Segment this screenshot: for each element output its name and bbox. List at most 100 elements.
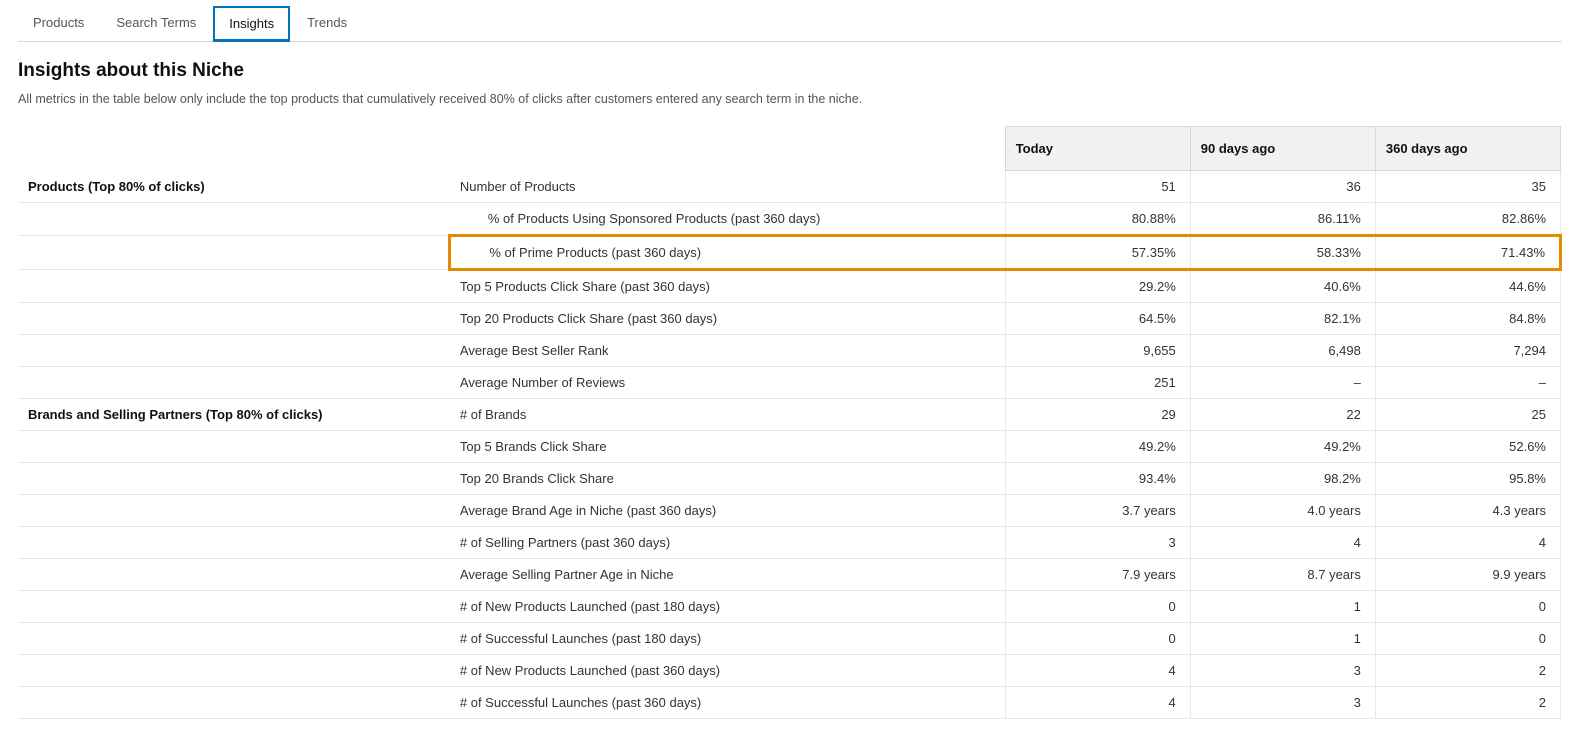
- metric-value: 57.35%: [1005, 236, 1190, 270]
- header-today: Today: [1005, 127, 1190, 171]
- metric-value: 58.33%: [1190, 236, 1375, 270]
- table-row: Average Number of Reviews251––: [18, 367, 1561, 399]
- group-cell: [18, 655, 450, 687]
- metric-value: 80.88%: [1005, 203, 1190, 236]
- tab-trends[interactable]: Trends: [292, 6, 362, 41]
- table-row: Top 5 Products Click Share (past 360 day…: [18, 270, 1561, 303]
- table-row: # of New Products Launched (past 180 day…: [18, 591, 1561, 623]
- metric-value: 3: [1190, 687, 1375, 719]
- page-description: All metrics in the table below only incl…: [18, 92, 1562, 106]
- metric-value: 22: [1190, 399, 1375, 431]
- metric-label: # of Selling Partners (past 360 days): [450, 527, 1005, 559]
- metric-label: Average Brand Age in Niche (past 360 day…: [450, 495, 1005, 527]
- group-cell: [18, 431, 450, 463]
- metric-value: 0: [1375, 623, 1560, 655]
- metric-value: 9.9 years: [1375, 559, 1560, 591]
- table-row: # of New Products Launched (past 360 day…: [18, 655, 1561, 687]
- metric-value: 3: [1005, 527, 1190, 559]
- metric-value: 0: [1005, 591, 1190, 623]
- group-cell: [18, 203, 450, 236]
- group-cell: [18, 559, 450, 591]
- metric-value: 44.6%: [1375, 270, 1560, 303]
- table-row: # of Successful Launches (past 180 days)…: [18, 623, 1561, 655]
- group-cell: Products (Top 80% of clicks): [18, 171, 450, 203]
- metric-value: 4.0 years: [1190, 495, 1375, 527]
- metric-label: # of Successful Launches (past 180 days): [450, 623, 1005, 655]
- metric-value: 49.2%: [1005, 431, 1190, 463]
- metric-value: 4: [1190, 527, 1375, 559]
- metric-label: Top 5 Products Click Share (past 360 day…: [450, 270, 1005, 303]
- group-cell: Brands and Selling Partners (Top 80% of …: [18, 399, 450, 431]
- group-cell: [18, 623, 450, 655]
- group-cell: [18, 236, 450, 270]
- insights-table: Today 90 days ago 360 days ago Products …: [18, 126, 1562, 719]
- group-cell: [18, 367, 450, 399]
- group-cell: [18, 495, 450, 527]
- metric-value: –: [1190, 367, 1375, 399]
- metric-value: 8.7 years: [1190, 559, 1375, 591]
- metric-label: # of Brands: [450, 399, 1005, 431]
- metric-value: 6,498: [1190, 335, 1375, 367]
- metric-value: 3: [1190, 655, 1375, 687]
- metric-label: Top 5 Brands Click Share: [450, 431, 1005, 463]
- metric-value: 98.2%: [1190, 463, 1375, 495]
- header-360-days: 360 days ago: [1375, 127, 1560, 171]
- table-row: Top 20 Brands Click Share93.4%98.2%95.8%: [18, 463, 1561, 495]
- metric-value: 9,655: [1005, 335, 1190, 367]
- tab-bar: ProductsSearch TermsInsightsTrends: [18, 6, 1562, 42]
- group-cell: [18, 335, 450, 367]
- metric-value: 0: [1005, 623, 1190, 655]
- metric-label: Average Number of Reviews: [450, 367, 1005, 399]
- metric-label: # of Successful Launches (past 360 days): [450, 687, 1005, 719]
- header-blank-group: [18, 127, 450, 171]
- metric-value: 51: [1005, 171, 1190, 203]
- header-90-days: 90 days ago: [1190, 127, 1375, 171]
- metric-value: 4.3 years: [1375, 495, 1560, 527]
- metric-value: 29.2%: [1005, 270, 1190, 303]
- tab-insights[interactable]: Insights: [213, 6, 290, 42]
- metric-value: 84.8%: [1375, 303, 1560, 335]
- table-row: # of Successful Launches (past 360 days)…: [18, 687, 1561, 719]
- metric-value: 82.86%: [1375, 203, 1560, 236]
- tab-products[interactable]: Products: [18, 6, 99, 41]
- metric-value: 29: [1005, 399, 1190, 431]
- metric-value: 25: [1375, 399, 1560, 431]
- metric-value: 49.2%: [1190, 431, 1375, 463]
- metric-value: 82.1%: [1190, 303, 1375, 335]
- header-blank-metric: [450, 127, 1005, 171]
- metric-value: 251: [1005, 367, 1190, 399]
- table-header-row: Today 90 days ago 360 days ago: [18, 127, 1561, 171]
- table-row: % of Products Using Sponsored Products (…: [18, 203, 1561, 236]
- group-cell: [18, 527, 450, 559]
- metric-label: Average Best Seller Rank: [450, 335, 1005, 367]
- metric-value: 7,294: [1375, 335, 1560, 367]
- group-cell: [18, 270, 450, 303]
- table-row: Products (Top 80% of clicks)Number of Pr…: [18, 171, 1561, 203]
- table-row: Brands and Selling Partners (Top 80% of …: [18, 399, 1561, 431]
- metric-label: # of New Products Launched (past 360 day…: [450, 655, 1005, 687]
- table-row: Top 5 Brands Click Share49.2%49.2%52.6%: [18, 431, 1561, 463]
- metric-value: 1: [1190, 591, 1375, 623]
- metric-value: 0: [1375, 591, 1560, 623]
- table-row: % of Prime Products (past 360 days)57.35…: [18, 236, 1561, 270]
- metric-value: 40.6%: [1190, 270, 1375, 303]
- metric-label: Top 20 Brands Click Share: [450, 463, 1005, 495]
- group-cell: [18, 687, 450, 719]
- metric-value: 36: [1190, 171, 1375, 203]
- metric-value: 4: [1005, 687, 1190, 719]
- table-row: # of Selling Partners (past 360 days)344: [18, 527, 1561, 559]
- metric-value: 4: [1005, 655, 1190, 687]
- metric-value: 7.9 years: [1005, 559, 1190, 591]
- table-row: Average Best Seller Rank9,6556,4987,294: [18, 335, 1561, 367]
- metric-value: 3.7 years: [1005, 495, 1190, 527]
- metric-value: 2: [1375, 655, 1560, 687]
- metric-value: 4: [1375, 527, 1560, 559]
- metric-label: Average Selling Partner Age in Niche: [450, 559, 1005, 591]
- metric-label: % of Prime Products (past 360 days): [450, 236, 1005, 270]
- page-title: Insights about this Niche: [18, 60, 1562, 82]
- metric-label: # of New Products Launched (past 180 day…: [450, 591, 1005, 623]
- metric-label: Top 20 Products Click Share (past 360 da…: [450, 303, 1005, 335]
- tab-search-terms[interactable]: Search Terms: [101, 6, 211, 41]
- metric-value: 86.11%: [1190, 203, 1375, 236]
- group-cell: [18, 463, 450, 495]
